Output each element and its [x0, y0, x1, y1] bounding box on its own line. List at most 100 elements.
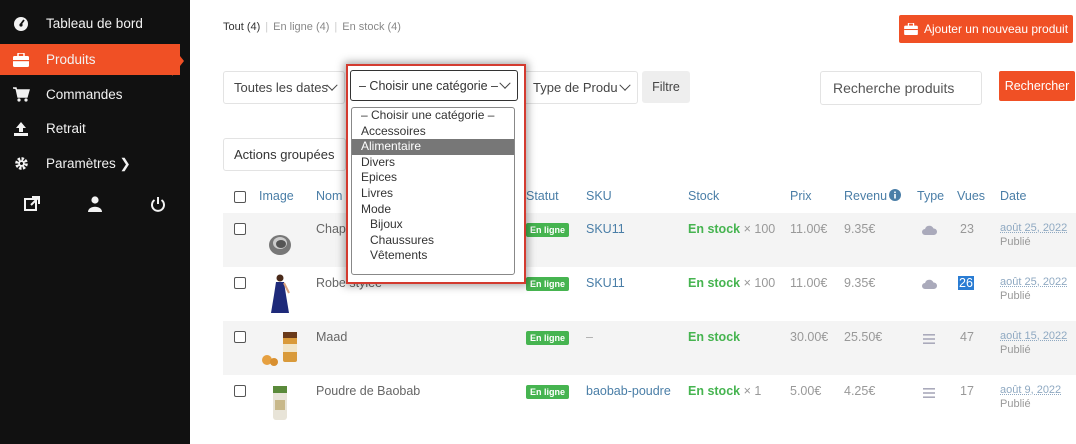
date-cell: août 9, 2022 Publié: [1000, 383, 1061, 411]
views: 26: [958, 276, 974, 290]
date-filter-value: Toutes les dates: [234, 80, 328, 95]
views: 17: [960, 384, 974, 398]
date-cell: août 25, 2022 Publié: [1000, 221, 1067, 249]
category-options-list: – Choisir une catégorie – Accessoires Alim…: [351, 107, 515, 275]
category-option[interactable]: Vêtements: [352, 248, 514, 264]
revenue: 25.50€: [844, 330, 883, 344]
cloud-icon: [922, 278, 938, 292]
user-icon[interactable]: [63, 196, 126, 212]
chevron-down-icon: [326, 79, 338, 91]
category-filter-value: – Choisir une catégorie –: [359, 78, 498, 93]
category-option[interactable]: – Choisir une catégorie –: [352, 108, 514, 124]
column-header[interactable]: Prix: [790, 189, 812, 203]
sidebar-item-label: Paramètres ❯: [46, 155, 131, 171]
cart-icon: [12, 86, 30, 104]
type-filter-select[interactable]: Type de Produit: [522, 71, 638, 104]
tab-in-stock[interactable]: En stock (4): [342, 21, 401, 33]
publish-date: août 9, 2022: [1000, 384, 1062, 396]
revenue: 4.25€: [844, 384, 876, 398]
search-input[interactable]: Recherche produits: [820, 71, 982, 105]
upload-icon: [12, 120, 30, 138]
type-filter-value: Type de Produit: [533, 80, 617, 95]
column-header[interactable]: Image: [259, 189, 294, 203]
column-header[interactable]: Vues: [957, 189, 985, 203]
column-header[interactable]: Date: [1000, 189, 1026, 203]
sidebar-footer: [0, 196, 190, 212]
product-name[interactable]: Maad: [316, 330, 347, 344]
category-option[interactable]: Livres: [352, 186, 514, 202]
filter-button[interactable]: Filtre: [642, 71, 690, 103]
row-checkbox[interactable]: [234, 331, 246, 343]
active-indicator: [172, 46, 184, 76]
list-icon: [923, 387, 935, 401]
category-option[interactable]: Divers: [352, 155, 514, 171]
table-row: Maad En ligne – En stock 30.00€ 25.50€ 4…: [223, 321, 1076, 375]
select-all-checkbox[interactable]: [234, 191, 246, 203]
product-thumbnail[interactable]: [259, 273, 301, 315]
stock-status: En stock: [688, 222, 741, 236]
price: 11.00€: [790, 222, 828, 236]
column-header[interactable]: Type: [917, 189, 944, 203]
stock-qty: × 100: [743, 222, 776, 236]
product-name[interactable]: Poudre de Baobab: [316, 384, 420, 398]
tab-all[interactable]: Tout (4): [223, 21, 260, 33]
row-checkbox[interactable]: [234, 223, 246, 235]
sidebar-item-settings[interactable]: Paramètres ❯: [0, 148, 180, 179]
table-row: Poudre de Baobab En ligne baobab-poudre …: [223, 375, 1076, 429]
stock: En stock × 100: [688, 222, 775, 236]
product-thumbnail[interactable]: [259, 381, 301, 423]
product-thumbnail[interactable]: [259, 223, 301, 265]
row-checkbox[interactable]: [234, 385, 246, 397]
date-filter-select[interactable]: Toutes les dates: [223, 71, 345, 104]
chevron-down-icon: [619, 79, 631, 91]
column-header[interactable]: Statut: [526, 189, 559, 203]
column-header[interactable]: Revenu: [844, 189, 887, 203]
publish-state: Publié: [1000, 344, 1031, 356]
search-button[interactable]: Rechercher: [999, 71, 1075, 101]
category-option[interactable]: Alimentaire: [352, 139, 514, 155]
status-badge: En ligne: [526, 277, 570, 291]
column-header[interactable]: Nom: [316, 189, 342, 203]
dashboard-icon: [12, 15, 30, 33]
revenue: 9.35€: [844, 222, 876, 236]
sku: SKU11: [586, 276, 625, 290]
price: 30.00€: [790, 330, 829, 344]
sidebar-item-withdrawal[interactable]: Retrait: [0, 113, 180, 144]
category-option[interactable]: Mode: [352, 202, 514, 218]
stock: En stock: [688, 330, 740, 344]
product-thumbnail[interactable]: [259, 327, 301, 369]
column-header[interactable]: Stock: [688, 189, 719, 203]
sidebar-item-label: Commandes: [46, 87, 123, 102]
status-tabs: Tout (4) | En ligne (4) | En stock (4): [223, 21, 401, 33]
bulk-actions-select[interactable]: Actions groupées: [223, 138, 346, 171]
power-icon[interactable]: [127, 196, 190, 212]
category-filter-select[interactable]: – Choisir une catégorie –: [350, 70, 518, 101]
date-cell: août 15, 2022 Publié: [1000, 329, 1067, 357]
sidebar-item-products[interactable]: Produits: [0, 44, 180, 75]
column-header[interactable]: SKU: [586, 189, 612, 203]
sidebar-item-orders[interactable]: Commandes: [0, 79, 180, 110]
chevron-down-icon: [499, 77, 511, 89]
revenue: 9.35€: [844, 276, 876, 290]
views: 23: [960, 222, 974, 236]
category-option[interactable]: Bijoux: [352, 217, 514, 233]
category-option[interactable]: Epices: [352, 170, 514, 186]
publish-date: août 15, 2022: [1000, 330, 1068, 342]
gear-icon: [12, 155, 30, 173]
status-badge: En ligne: [526, 223, 570, 237]
views: 47: [960, 330, 974, 344]
category-option[interactable]: Accessoires: [352, 124, 514, 140]
sku: –: [586, 330, 593, 344]
sidebar-item-dashboard[interactable]: Tableau de bord: [0, 8, 180, 39]
briefcase-icon: [12, 51, 30, 69]
external-link-icon[interactable]: [0, 196, 63, 212]
category-option[interactable]: Chaussures: [352, 233, 514, 249]
add-product-button[interactable]: Ajouter un nouveau produit: [899, 15, 1073, 43]
publish-date: août 25, 2022: [1000, 276, 1068, 288]
stock-status: En stock: [688, 384, 741, 398]
tab-online[interactable]: En ligne (4): [273, 21, 329, 33]
row-checkbox[interactable]: [234, 277, 246, 289]
price: 5.00€: [790, 384, 822, 398]
sku: baobab-poudre: [586, 384, 671, 398]
status-badge: En ligne: [526, 331, 570, 345]
